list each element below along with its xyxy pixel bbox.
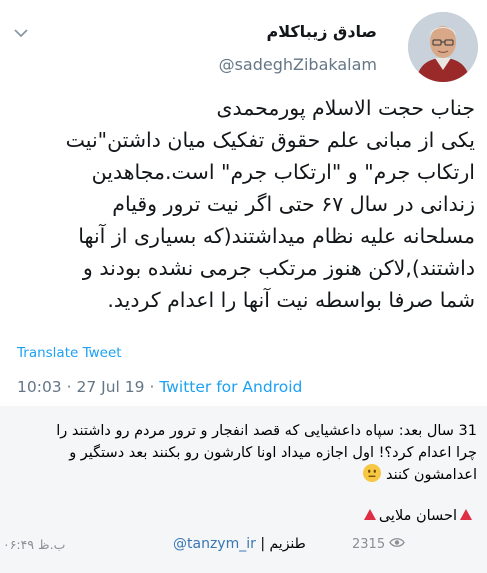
tweet-line: زندانی در سال ۶۷ حتی اگر نیت ترور وقیام [112,192,475,216]
neutral-face-emoji-icon [363,464,382,482]
tweet-time: 10:03 [17,378,62,396]
message-footer: ب.ظ ۰۶:۴۹ 2315 @tanzym_ir | طنزیم [0,535,487,557]
tweet-date: 27 Jul 19 [76,378,145,396]
caption-line-text: اعدامشون کنند [385,467,477,483]
caption-line: چرا اعدام کرد؟! اول اجازه میداد اونا کار… [69,445,477,461]
eye-icon [389,537,405,552]
message-time: ب.ظ ۰۶:۴۹ [3,537,66,552]
tweet-line: یکی از مبانی علم حقوق تفکیک میان داشتن"ن… [65,128,475,152]
tweet-line: شما صرفا بواسطه نیت آنها را اعدام کردید. [107,288,475,312]
author-signature: احسان ملایی [361,508,475,524]
channel-label: طنزیم [269,536,306,552]
author-handle[interactable]: @sadeghZibakalam [219,55,377,74]
translate-tweet-link[interactable]: Translate Tweet [17,345,122,361]
tweet-card: صادق زیباکلام @sadeghZibakalam جناب حجت … [0,0,487,405]
tweet-line: داشتند),لاکن هنوز مرتکب جرمی نشده بودند … [82,256,475,280]
chevron-down-icon[interactable] [12,26,30,40]
channel-separator: | [260,536,266,552]
tweet-meta: 10:03 · 27 Jul 19 · Twitter for Android [17,378,302,396]
tweet-line: مسلحانه علیه نظام میداشتند(که بسیاری از … [78,224,475,248]
channel-link[interactable]: @tanzym_ir [173,536,256,552]
caption-line: اعدامشون کنند [14,464,477,486]
tweet-line: ارتکاب جرم" و "ارتکاب جرم" است.مجاهدین [91,160,475,184]
author-name[interactable]: صادق زیباکلام [267,22,378,41]
meta-separator: · [149,378,155,396]
channel-credit: @tanzym_ir | طنزیم [173,536,306,552]
tweet-body: جناب حجت الاسلام پورمحمدی یکی از مبانی ع… [12,92,475,316]
meta-separator: · [66,378,72,396]
view-count: 2315 [352,537,405,552]
signature-name: احسان ملایی [378,508,457,524]
tweet-source-app[interactable]: Twitter for Android [159,378,302,396]
caption-line: 31 سال بعد: سپاه داعشیایی که قصد انفجار … [56,423,477,439]
caption-text: 31 سال بعد: سپاه داعشیایی که قصد انفجار … [14,420,477,486]
red-triangle-icon [363,509,376,520]
views-value: 2315 [352,537,386,552]
avatar[interactable] [408,12,478,82]
red-triangle-icon [460,509,472,520]
tweet-line: جناب حجت الاسلام پورمحمدی [216,96,475,120]
